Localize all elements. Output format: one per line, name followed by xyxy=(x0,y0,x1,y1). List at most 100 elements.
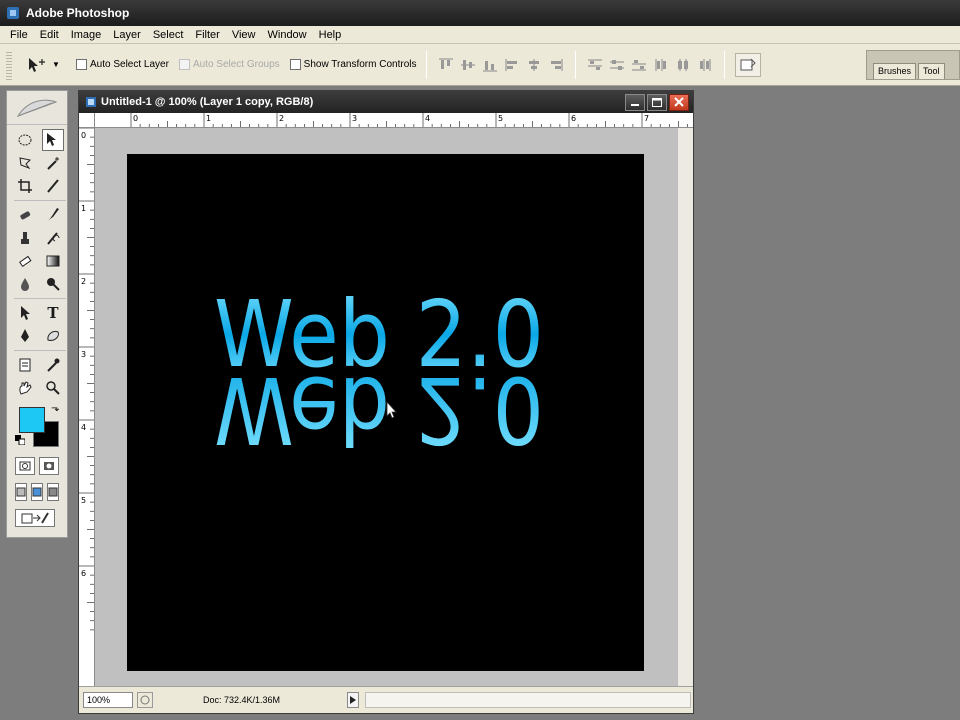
swap-colors-icon[interactable]: ⬎ xyxy=(51,403,59,414)
healing-brush-tool-icon[interactable] xyxy=(14,204,36,226)
lasso-tool-icon[interactable] xyxy=(14,152,36,174)
full-screen-menu-mode-icon[interactable] xyxy=(31,483,43,501)
distribute-horizontal-icon[interactable] xyxy=(674,57,692,73)
distribute-bottom-icon[interactable] xyxy=(630,57,648,73)
menu-layer[interactable]: Layer xyxy=(107,29,147,41)
menu-filter[interactable]: Filter xyxy=(189,29,225,41)
distribute-top-icon[interactable] xyxy=(586,57,604,73)
document-title-bar[interactable]: Untitled-1 @ 100% (Layer 1 copy, RGB/8) xyxy=(79,91,693,113)
menu-select[interactable]: Select xyxy=(147,29,190,41)
type-tool-icon[interactable]: T xyxy=(42,302,64,324)
align-bottom-edges-icon[interactable] xyxy=(481,57,499,73)
document-size-info: Doc: 732.4K/1.36M xyxy=(203,695,281,705)
align-horizontal-centers-icon[interactable] xyxy=(525,57,543,73)
auto-select-groups-label: Auto Select Groups xyxy=(192,59,280,70)
crop-tool-icon[interactable] xyxy=(14,175,36,197)
hand-tool-icon[interactable] xyxy=(14,377,36,399)
status-bar: 100% Doc: 732.4K/1.36M xyxy=(79,686,693,713)
ruler-label: 0 xyxy=(81,131,86,140)
distribute-center-icon[interactable] xyxy=(608,57,626,73)
close-button[interactable] xyxy=(669,93,689,111)
toolbox-header[interactable] xyxy=(7,91,67,125)
quick-mask-mode-icon[interactable] xyxy=(39,457,59,475)
maximize-button[interactable] xyxy=(647,93,667,111)
standard-screen-mode-icon[interactable] xyxy=(15,483,27,501)
horizontal-ruler[interactable]: 0 1 2 3 4 5 6 7 xyxy=(95,113,693,128)
chevron-down-icon: ▼ xyxy=(52,60,60,69)
separator xyxy=(426,50,428,79)
ruler-label: 7 xyxy=(644,114,649,123)
vertical-scrollbar[interactable] xyxy=(677,128,693,688)
ruler-label: 5 xyxy=(498,114,503,123)
auto-select-layer-checkbox[interactable]: Auto Select Layer xyxy=(76,59,169,70)
menu-view[interactable]: View xyxy=(226,29,262,41)
standard-mode-icon[interactable] xyxy=(15,457,35,475)
go-to-bridge-button[interactable] xyxy=(735,52,762,77)
palette-well: Brushes Tool xyxy=(866,50,960,80)
ruler-label: 1 xyxy=(206,114,211,123)
clone-stamp-tool-icon[interactable] xyxy=(14,227,36,249)
dodge-tool-icon[interactable] xyxy=(42,273,64,295)
ruler-label: 2 xyxy=(279,114,284,123)
align-vertical-centers-icon[interactable] xyxy=(459,57,477,73)
document-icon xyxy=(86,97,96,107)
ruler-label: 0 xyxy=(133,114,138,123)
menu-window[interactable]: Window xyxy=(262,29,313,41)
move-tool-icon[interactable] xyxy=(42,129,64,151)
tool-preset-picker[interactable]: ▼ xyxy=(26,56,66,74)
blur-tool-icon[interactable] xyxy=(14,273,36,295)
brush-tool-icon[interactable] xyxy=(42,204,64,226)
canvas-pasteboard: Web 2.0 Web 2.0 xyxy=(95,128,677,688)
image-canvas[interactable]: Web 2.0 Web 2.0 xyxy=(127,154,644,671)
separator xyxy=(724,50,726,79)
pen-tool-icon[interactable] xyxy=(14,325,36,347)
ruler-label: 3 xyxy=(352,114,357,123)
eraser-tool-icon[interactable] xyxy=(14,250,36,272)
auto-select-groups-checkbox[interactable]: Auto Select Groups xyxy=(178,59,280,70)
minimize-button[interactable] xyxy=(625,93,645,111)
notes-tool-icon[interactable] xyxy=(14,354,36,376)
menu-file[interactable]: File xyxy=(4,29,34,41)
shape-tool-icon[interactable] xyxy=(42,325,64,347)
distribute-right-icon[interactable] xyxy=(696,57,714,73)
align-top-edges-icon[interactable] xyxy=(437,57,455,73)
align-left-edges-icon[interactable] xyxy=(503,57,521,73)
history-brush-tool-icon[interactable] xyxy=(42,227,64,249)
palette-tab-brushes[interactable]: Brushes xyxy=(873,63,917,79)
ruler-label: 1 xyxy=(81,204,86,213)
menu-image[interactable]: Image xyxy=(65,29,108,41)
status-menu-arrow-icon[interactable] xyxy=(347,692,359,708)
document-title: Untitled-1 @ 100% (Layer 1 copy, RGB/8) xyxy=(101,96,314,108)
menu-help[interactable]: Help xyxy=(313,29,348,41)
marquee-tool-icon[interactable] xyxy=(14,129,36,151)
magic-wand-tool-icon[interactable] xyxy=(42,152,64,174)
show-transform-controls-checkbox[interactable]: Show Transform Controls xyxy=(289,59,416,70)
align-right-edges-icon[interactable] xyxy=(547,57,565,73)
web-2-0-reflection-text: Web 2.0 xyxy=(214,356,544,463)
toolbox: T ⬎ xyxy=(6,90,68,538)
palette-tab-tool-presets[interactable]: Tool xyxy=(918,63,945,79)
eyedropper-tool-icon[interactable] xyxy=(42,354,64,376)
zoom-level-field[interactable]: 100% xyxy=(83,692,133,708)
full-screen-mode-icon[interactable] xyxy=(47,483,59,501)
tool-grid: T xyxy=(7,125,67,399)
gradient-tool-icon[interactable] xyxy=(42,250,64,272)
default-colors-icon[interactable] xyxy=(15,435,25,445)
ruler-origin[interactable] xyxy=(79,113,95,128)
distribute-left-icon[interactable] xyxy=(652,57,670,73)
horizontal-scrollbar[interactable] xyxy=(365,692,691,708)
toolbox-divider xyxy=(14,200,66,201)
status-info-icon[interactable] xyxy=(137,692,153,708)
path-selection-tool-icon[interactable] xyxy=(14,302,36,324)
app-title-bar: Adobe Photoshop xyxy=(0,0,960,26)
zoom-tool-icon[interactable] xyxy=(42,377,64,399)
slice-tool-icon[interactable] xyxy=(42,175,64,197)
vertical-ruler[interactable]: 0 1 2 3 4 5 6 xyxy=(79,128,95,688)
screen-mode-row xyxy=(7,479,67,505)
options-bar-grip[interactable] xyxy=(6,49,12,80)
foreground-color-swatch[interactable] xyxy=(19,407,45,433)
ruler-label: 4 xyxy=(425,114,430,123)
jump-to-row xyxy=(7,505,67,531)
jump-to-imageready-icon[interactable] xyxy=(15,509,55,527)
menu-edit[interactable]: Edit xyxy=(34,29,65,41)
